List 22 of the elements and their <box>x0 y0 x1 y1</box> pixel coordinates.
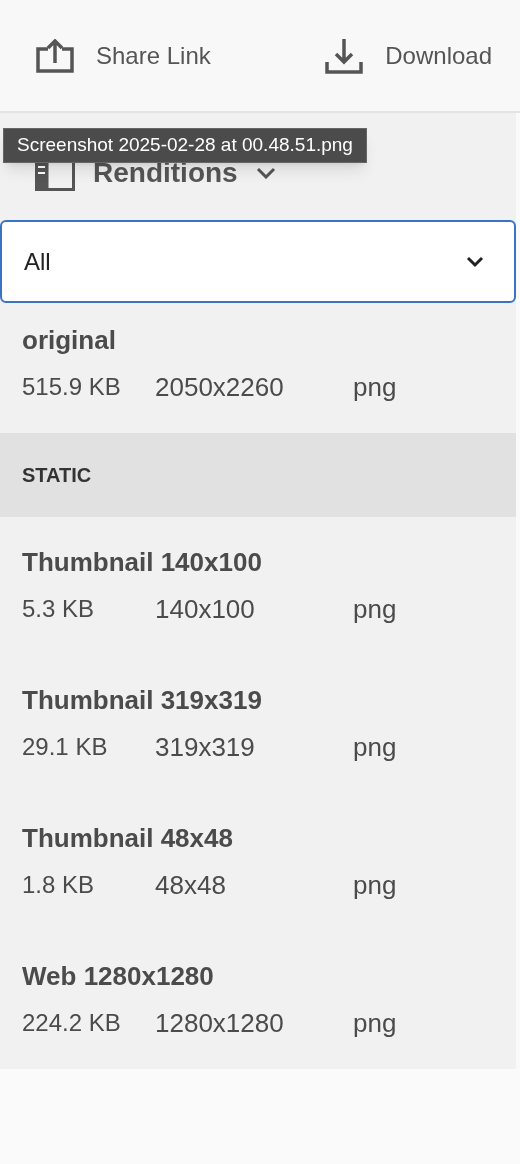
file-type: png <box>353 371 397 403</box>
file-type: png <box>353 1007 397 1039</box>
file-size: 515.9 KB <box>22 372 122 402</box>
rendition-name: original <box>22 324 117 357</box>
file-size: 224.2 KB <box>22 1008 122 1038</box>
file-size: 1.8 KB <box>22 870 96 900</box>
dimensions: 140x100 <box>155 593 256 625</box>
dimensions: 2050x2260 <box>155 371 285 403</box>
dimensions: 48x48 <box>155 869 227 901</box>
rendition-name: Thumbnail 319x319 <box>22 684 263 717</box>
dimensions: 319x319 <box>155 731 256 763</box>
file-type: png <box>353 731 397 763</box>
rendition-name: Thumbnail 48x48 <box>22 822 234 855</box>
tooltip: Screenshot 2025-02-28 at 00.48.51.png <box>3 128 367 163</box>
file-size: 5.3 KB <box>22 594 96 624</box>
dimensions: 1280x1280 <box>155 1007 285 1039</box>
file-type: png <box>353 593 397 625</box>
rendition-name: Web 1280x1280 <box>22 960 215 993</box>
section-header: STATIC <box>22 463 92 488</box>
rendition-name: Thumbnail 140x100 <box>22 546 263 579</box>
file-type: png <box>353 869 397 901</box>
file-size: 29.1 KB <box>22 732 109 762</box>
